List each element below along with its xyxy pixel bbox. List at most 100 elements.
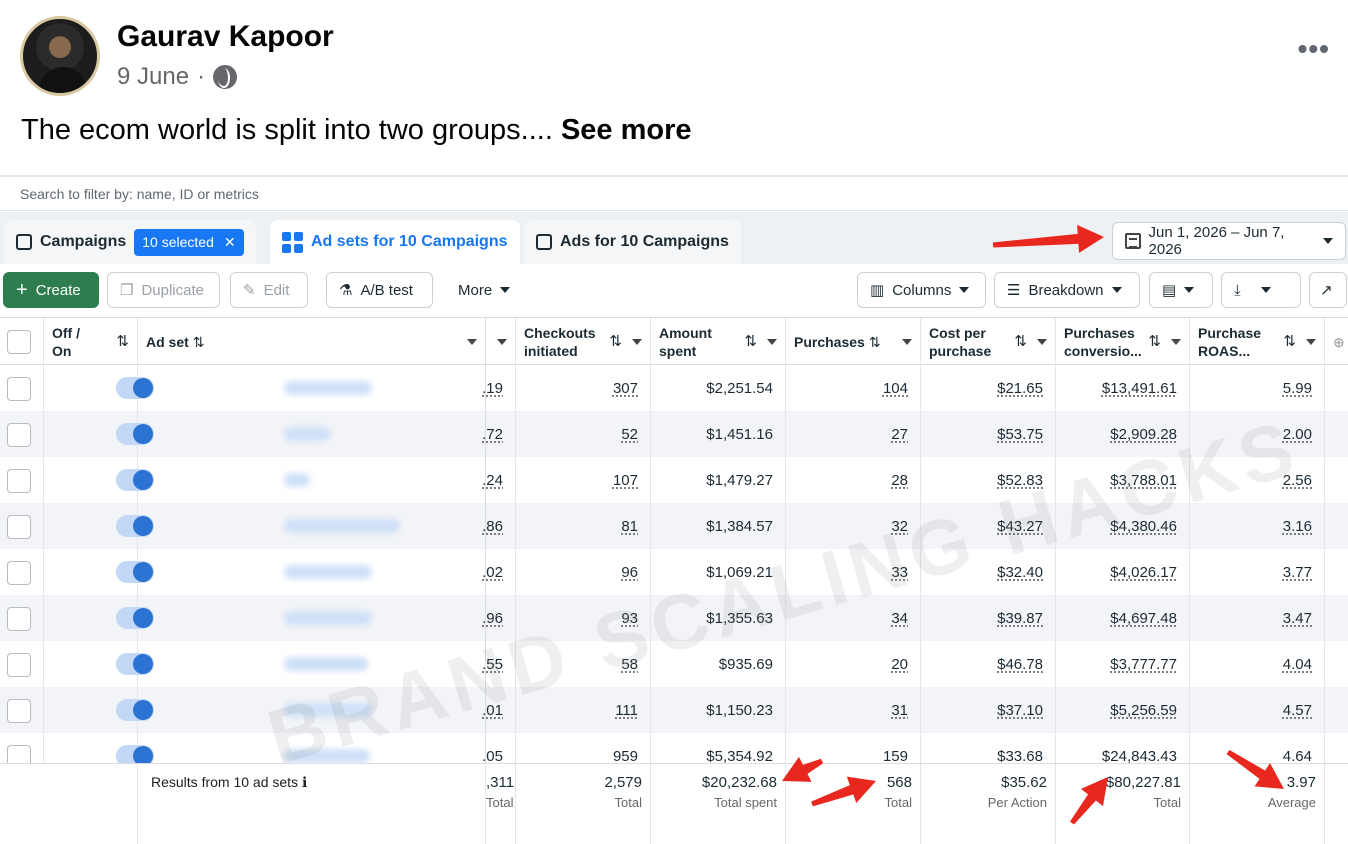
- duplicate-button[interactable]: ❐ Duplicate: [107, 272, 220, 308]
- cell-cpp[interactable]: $37.10: [921, 687, 1056, 733]
- cell-prev[interactable]: .01: [482, 687, 516, 733]
- cell-purchases[interactable]: 27: [786, 411, 921, 457]
- sort-icon[interactable]: ⇅: [1283, 333, 1296, 351]
- chevron-down-icon[interactable]: [467, 339, 477, 345]
- cell-conv[interactable]: $13,491.61: [1056, 365, 1190, 411]
- cell-purchases[interactable]: 20: [786, 641, 921, 687]
- more-button[interactable]: More: [446, 272, 526, 308]
- header-prev-col[interactable]: [486, 318, 516, 366]
- redacted-ad-set-name[interactable]: [284, 519, 400, 533]
- cell-purchases[interactable]: 33: [786, 549, 921, 595]
- cell-roas[interactable]: 3.16: [1190, 503, 1325, 549]
- cell-conv[interactable]: $4,380.46: [1056, 503, 1190, 549]
- cell-checkouts[interactable]: 111: [516, 687, 651, 733]
- header-select-all[interactable]: [0, 318, 44, 366]
- cell-purchases[interactable]: 31: [786, 687, 921, 733]
- cell-checkouts[interactable]: 52: [516, 411, 651, 457]
- tab-adsets[interactable]: Ad sets for 10 Campaigns: [270, 220, 520, 264]
- sort-icon[interactable]: ⇅: [869, 333, 881, 351]
- row-checkbox[interactable]: [7, 377, 31, 401]
- post-date[interactable]: 9 June: [117, 63, 189, 91]
- row-checkbox[interactable]: [7, 653, 31, 677]
- redacted-ad-set-name[interactable]: [284, 657, 368, 671]
- row-checkbox[interactable]: [7, 515, 31, 539]
- chevron-down-icon[interactable]: [632, 339, 642, 345]
- chevron-down-icon[interactable]: [1037, 339, 1047, 345]
- cell-checkouts[interactable]: 81: [516, 503, 651, 549]
- cell-cpp[interactable]: $53.75: [921, 411, 1056, 457]
- cell-conv[interactable]: $3,788.01: [1056, 457, 1190, 503]
- sort-icon[interactable]: ⇅: [116, 333, 129, 351]
- cell-conv[interactable]: $2,909.28: [1056, 411, 1190, 457]
- export-button[interactable]: ⤓: [1221, 272, 1301, 308]
- cell-cpp[interactable]: $52.83: [921, 457, 1056, 503]
- cell-cpp[interactable]: $43.27: [921, 503, 1056, 549]
- redacted-ad-set-name[interactable]: [284, 427, 330, 441]
- row-checkbox[interactable]: [7, 561, 31, 585]
- cell-roas[interactable]: 4.57: [1190, 687, 1325, 733]
- create-button[interactable]: + Create: [3, 272, 99, 308]
- table-row[interactable]: .01 111 $1,150.23 31 $37.10 $5,256.59 4.57: [0, 687, 1348, 733]
- more-options-icon[interactable]: •••: [1298, 35, 1330, 63]
- cell-prev[interactable]: .86: [482, 503, 516, 549]
- redacted-ad-set-name[interactable]: [284, 611, 372, 625]
- breakdown-button[interactable]: ☰ Breakdown: [994, 272, 1140, 308]
- reports-button[interactable]: ▤: [1149, 272, 1213, 308]
- cell-roas[interactable]: 4.04: [1190, 641, 1325, 687]
- cell-checkouts[interactable]: 96: [516, 549, 651, 595]
- cell-cpp[interactable]: $21.65: [921, 365, 1056, 411]
- redacted-ad-set-name[interactable]: [284, 381, 372, 395]
- ad-set-name-cell[interactable]: [138, 503, 486, 549]
- chevron-down-icon[interactable]: [1171, 339, 1181, 345]
- table-row[interactable]: .02 96 $1,069.21 33 $32.40 $4,026.17 3.77: [0, 549, 1348, 595]
- cell-prev[interactable]: .02: [482, 549, 516, 595]
- header-off-on[interactable]: Off / On ⇅: [44, 318, 138, 366]
- sort-icon[interactable]: ⇅: [193, 333, 205, 351]
- avatar[interactable]: [20, 16, 100, 96]
- cell-purchases[interactable]: 34: [786, 595, 921, 641]
- cell-conv[interactable]: $4,026.17: [1056, 549, 1190, 595]
- chevron-down-icon[interactable]: [902, 339, 912, 345]
- ab-test-button[interactable]: ⚗ A/B test: [326, 272, 433, 308]
- chevron-down-icon[interactable]: [497, 339, 507, 345]
- cell-roas[interactable]: 3.77: [1190, 549, 1325, 595]
- redacted-ad-set-name[interactable]: [284, 703, 372, 717]
- info-icon[interactable]: ℹ: [302, 774, 307, 790]
- sort-icon[interactable]: ⇅: [1014, 333, 1027, 351]
- cell-checkouts[interactable]: 93: [516, 595, 651, 641]
- cell-conv[interactable]: $5,256.59: [1056, 687, 1190, 733]
- cell-prev[interactable]: .72: [482, 411, 516, 457]
- sort-icon[interactable]: ⇅: [744, 333, 757, 351]
- cell-checkouts[interactable]: 107: [516, 457, 651, 503]
- redacted-ad-set-name[interactable]: [284, 749, 370, 763]
- cell-cpp[interactable]: $39.87: [921, 595, 1056, 641]
- cell-roas[interactable]: 2.56: [1190, 457, 1325, 503]
- select-all-checkbox[interactable]: [7, 330, 31, 354]
- table-row[interactable]: .72 52 $1,451.16 27 $53.75 $2,909.28 2.00: [0, 411, 1348, 457]
- cell-purchases[interactable]: 28: [786, 457, 921, 503]
- cell-cpp[interactable]: $32.40: [921, 549, 1056, 595]
- columns-button[interactable]: ▥ Columns: [857, 272, 986, 308]
- table-row[interactable]: .96 93 $1,355.63 34 $39.87 $4,697.48 3.47: [0, 595, 1348, 641]
- edit-button[interactable]: ✎ Edit: [230, 272, 308, 308]
- row-checkbox[interactable]: [7, 607, 31, 631]
- author-name[interactable]: Gaurav Kapoor: [117, 20, 334, 54]
- cell-prev[interactable]: .24: [482, 457, 516, 503]
- sort-icon[interactable]: ⇅: [609, 333, 622, 351]
- cell-prev[interactable]: .96: [482, 595, 516, 641]
- chevron-down-icon[interactable]: [1306, 339, 1316, 345]
- tab-campaigns[interactable]: Campaigns 10 selected ✕: [4, 220, 256, 264]
- row-checkbox[interactable]: [7, 469, 31, 493]
- header-purchases-conversion[interactable]: Purchases conversio... ⇅: [1056, 318, 1190, 366]
- redacted-ad-set-name[interactable]: [284, 565, 372, 579]
- table-row[interactable]: .55 58 $935.69 20 $46.78 $3,777.77 4.04: [0, 641, 1348, 687]
- cell-checkouts[interactable]: 58: [516, 641, 651, 687]
- header-cost-per-purchase[interactable]: Cost per purchase ⇅: [921, 318, 1056, 366]
- cell-roas[interactable]: 3.47: [1190, 595, 1325, 641]
- search-filter-input[interactable]: Search to filter by: name, ID or metrics: [0, 177, 1348, 211]
- cell-roas[interactable]: 2.00: [1190, 411, 1325, 457]
- cell-conv[interactable]: $4,697.48: [1056, 595, 1190, 641]
- cell-purchases[interactable]: 32: [786, 503, 921, 549]
- cell-prev[interactable]: .55: [482, 641, 516, 687]
- cell-conv[interactable]: $3,777.77: [1056, 641, 1190, 687]
